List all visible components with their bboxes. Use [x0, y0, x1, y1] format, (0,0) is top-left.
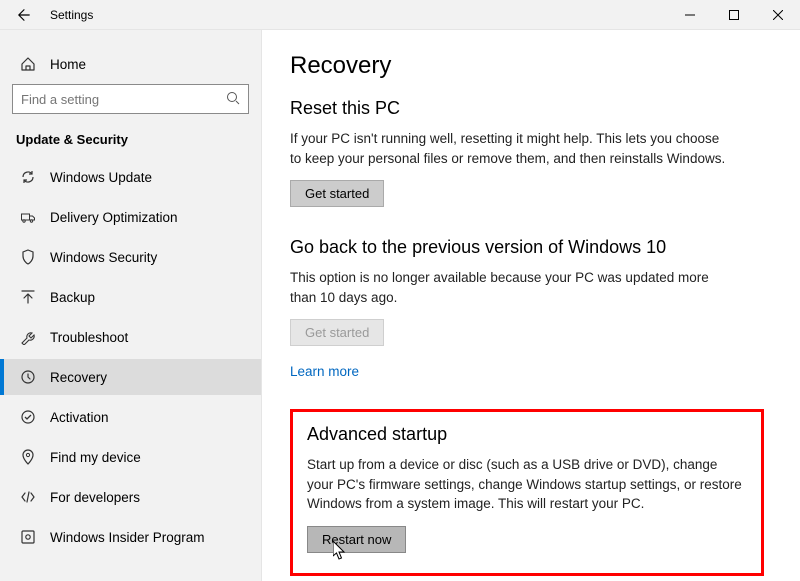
minimize-button[interactable] [668, 0, 712, 30]
sidebar-item-label: Windows Update [50, 170, 152, 185]
sync-icon [20, 169, 36, 185]
sidebar-item-for-developers[interactable]: For developers [0, 479, 261, 515]
search-input[interactable] [12, 84, 249, 114]
sidebar-item-label: Windows Insider Program [50, 530, 205, 545]
close-button[interactable] [756, 0, 800, 30]
section-advanced-startup: Advanced startup Start up from a device … [290, 409, 764, 576]
delivery-icon [20, 209, 36, 225]
home-nav[interactable]: Home [0, 48, 261, 84]
sidebar-item-backup[interactable]: Backup [0, 279, 261, 315]
content-area[interactable]: Recovery Reset this PC If your PC isn't … [262, 30, 800, 581]
sidebar-item-activation[interactable]: Activation [0, 399, 261, 435]
minimize-icon [685, 10, 695, 20]
goback-description: This option is no longer available becau… [290, 268, 730, 307]
restart-now-button[interactable]: Restart now [307, 526, 406, 553]
titlebar: Settings [0, 0, 800, 30]
sidebar-item-find-my-device[interactable]: Find my device [0, 439, 261, 475]
sidebar-item-delivery-optimization[interactable]: Delivery Optimization [0, 199, 261, 235]
back-button[interactable] [10, 1, 38, 29]
advanced-description: Start up from a device or disc (such as … [307, 455, 747, 514]
maximize-button[interactable] [712, 0, 756, 30]
sidebar-item-label: Recovery [50, 370, 107, 385]
section-reset-pc: Reset this PC If your PC isn't running w… [290, 98, 764, 207]
activation-icon [20, 409, 36, 425]
sidebar-item-windows-insider-program[interactable]: Windows Insider Program [0, 519, 261, 555]
sidebar-item-windows-update[interactable]: Windows Update [0, 159, 261, 195]
sidebar-item-troubleshoot[interactable]: Troubleshoot [0, 319, 261, 355]
troubleshoot-icon [20, 329, 36, 345]
sidebar-item-label: Troubleshoot [50, 330, 128, 345]
maximize-icon [729, 10, 739, 20]
sidebar-item-label: For developers [50, 490, 140, 505]
developers-icon [20, 489, 36, 505]
recovery-icon [20, 369, 36, 385]
shield-icon [20, 249, 36, 265]
home-label: Home [50, 57, 86, 72]
sidebar-item-label: Find my device [50, 450, 141, 465]
category-title: Update & Security [0, 128, 261, 159]
sidebar: Home Update & Security Windows Update Del… [0, 30, 262, 581]
sidebar-item-label: Windows Security [50, 250, 157, 265]
reset-get-started-button[interactable]: Get started [290, 180, 384, 207]
back-arrow-icon [17, 8, 31, 22]
window-controls [668, 0, 800, 30]
backup-icon [20, 289, 36, 305]
reset-description: If your PC isn't running well, resetting… [290, 129, 730, 168]
sidebar-item-windows-security[interactable]: Windows Security [0, 239, 261, 275]
page-title: Recovery [290, 52, 764, 80]
sidebar-item-label: Backup [50, 290, 95, 305]
find-device-icon [20, 449, 36, 465]
goback-get-started-button: Get started [290, 319, 384, 346]
search-container [12, 84, 249, 114]
sidebar-item-recovery[interactable]: Recovery [0, 359, 261, 395]
learn-more-link[interactable]: Learn more [290, 364, 359, 379]
close-icon [773, 10, 783, 20]
goback-title: Go back to the previous version of Windo… [290, 237, 764, 258]
window-title: Settings [50, 8, 93, 22]
home-icon [20, 56, 36, 72]
nav-list: Windows Update Delivery Optimization Windo… [0, 159, 261, 555]
advanced-title: Advanced startup [307, 424, 747, 445]
sidebar-item-label: Delivery Optimization [50, 210, 178, 225]
sidebar-item-label: Activation [50, 410, 109, 425]
section-go-back: Go back to the previous version of Windo… [290, 237, 764, 379]
insider-icon [20, 529, 36, 545]
reset-title: Reset this PC [290, 98, 764, 119]
